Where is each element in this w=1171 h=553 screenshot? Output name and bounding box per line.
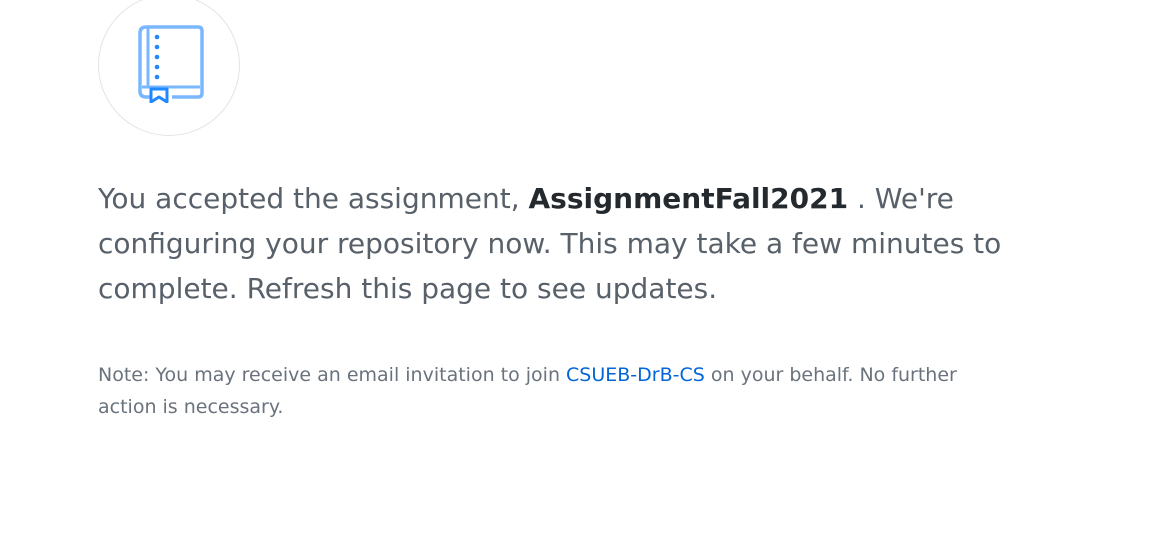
repo-book-icon [138, 25, 204, 103]
icon-circle [98, 0, 240, 136]
note-prefix: Note: You may receive an email invitatio… [98, 364, 560, 386]
message-prefix: You accepted the assignment, [98, 182, 520, 215]
accepted-message: You accepted the assignment, AssignmentF… [98, 176, 1058, 311]
invitation-note: Note: You may receive an email invitatio… [98, 359, 958, 423]
organization-link[interactable]: CSUEB-DrB-CS [566, 364, 705, 386]
assignment-accepted-page: You accepted the assignment, AssignmentF… [0, 0, 1171, 553]
assignment-name: AssignmentFall2021 [528, 182, 849, 215]
